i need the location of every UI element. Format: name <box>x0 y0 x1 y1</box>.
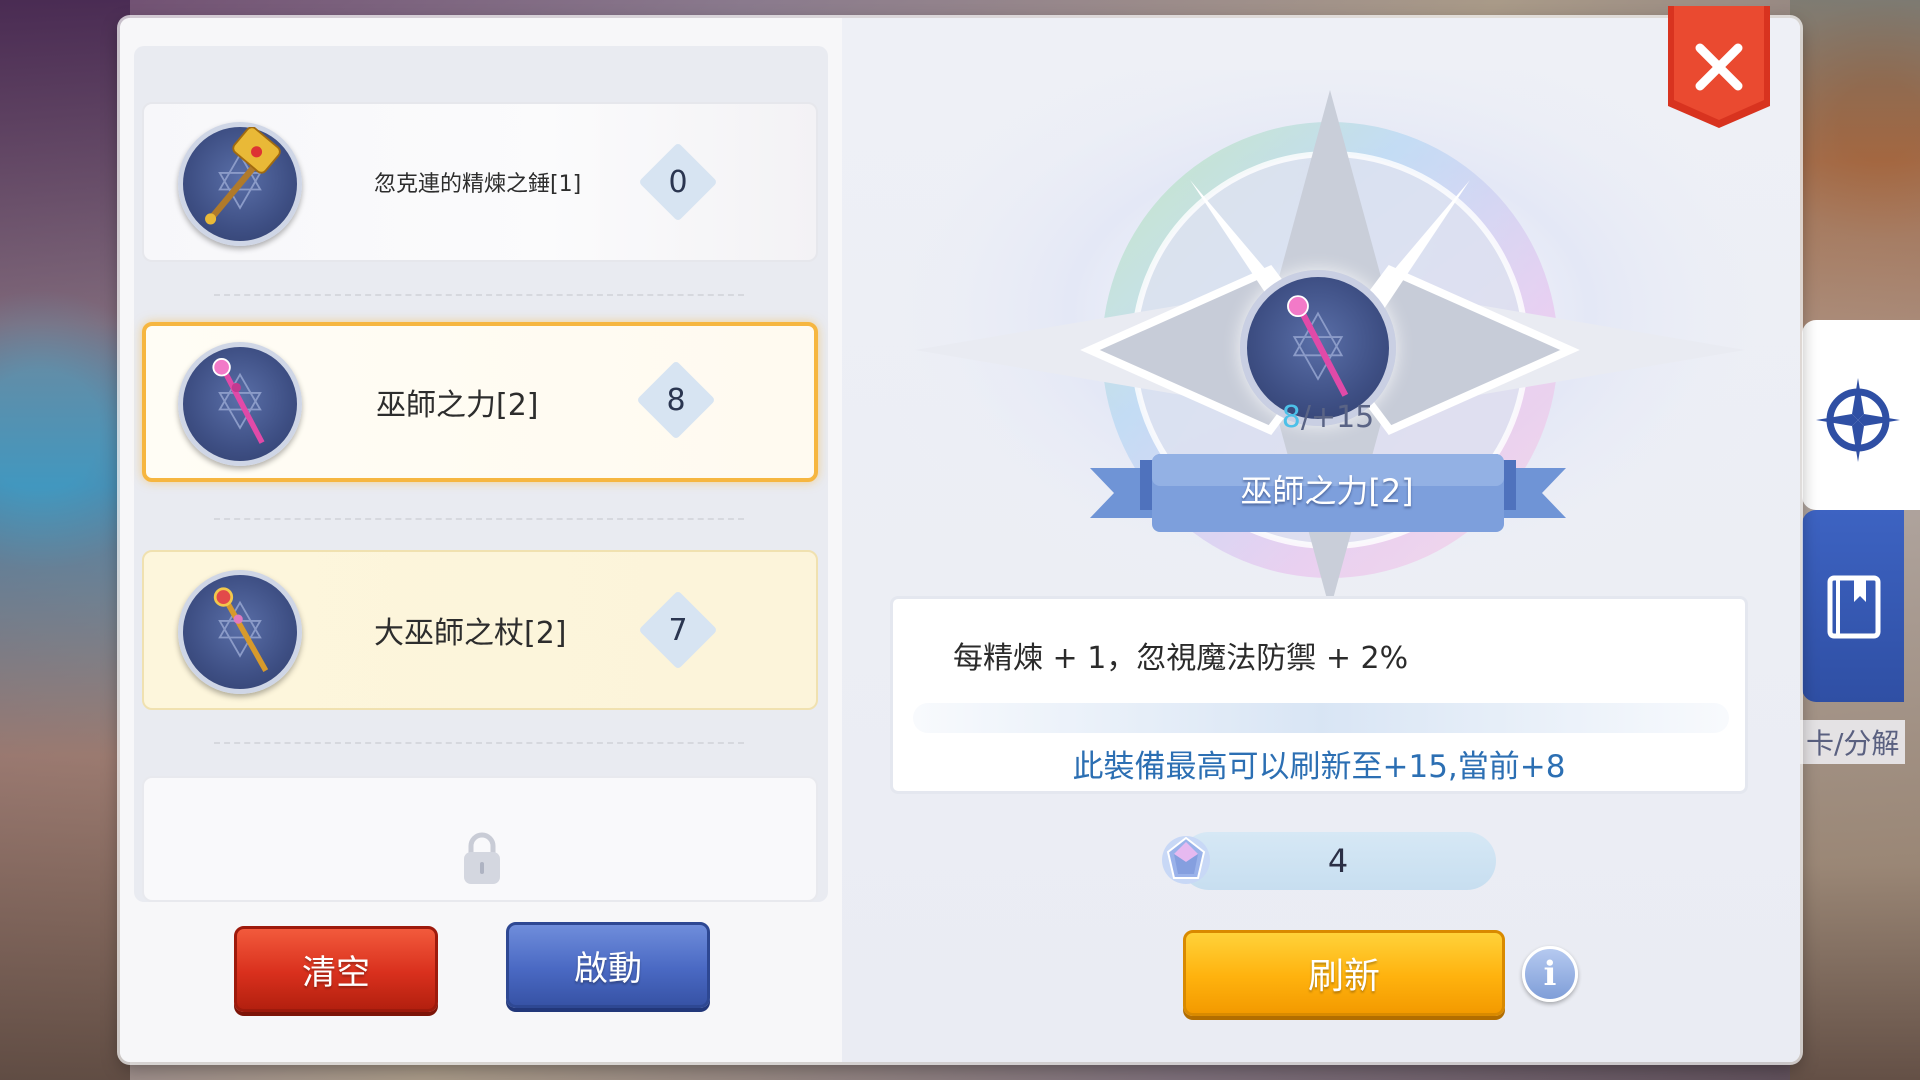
equipment-list-pane: 忽克連的精煉之錘[1] 0 巫師之力[2] 8 大巫師之杖[2] 7 清空 啟動 <box>120 18 842 1062</box>
background-scene-left <box>0 0 130 1080</box>
equipment-list: 忽克連的精煉之錘[1] 0 巫師之力[2] 8 大巫師之杖[2] 7 <box>134 46 828 902</box>
current-level: 8 <box>1281 400 1301 435</box>
cost-amount: 4 <box>1327 842 1349 880</box>
equipment-slot-wizard-power[interactable]: 巫師之力[2] 8 <box>142 322 818 482</box>
side-tab-book[interactable] <box>1802 510 1904 702</box>
divider <box>214 742 744 744</box>
side-tab-navigation[interactable] <box>1802 320 1920 510</box>
hammer-icon <box>178 122 302 246</box>
side-tab-label[interactable]: 卡/分解 <box>1800 720 1906 764</box>
slot-refine-value: 7 <box>638 590 718 670</box>
lock-icon <box>464 832 500 884</box>
refine-level: 8/+15 <box>1200 400 1456 435</box>
staff-pink-icon <box>178 342 302 466</box>
selected-item-name: 巫師之力[2] <box>1240 472 1414 510</box>
refine-limit-note: 此裝備最高可以刷新至+15,當前+8 <box>1072 749 1566 785</box>
refresh-button[interactable]: 刷新 <box>1183 930 1505 1016</box>
book-icon <box>1827 575 1881 639</box>
compass-nav-icon <box>1816 378 1900 462</box>
staff-gold-icon <box>178 570 302 694</box>
divider <box>214 518 744 520</box>
divider <box>214 294 744 296</box>
info-button[interactable]: i <box>1522 946 1578 1002</box>
crystal-gem-icon <box>1162 836 1210 884</box>
slot-refine-value: 8 <box>636 360 716 440</box>
staff-pink-icon <box>1287 295 1349 397</box>
activate-button[interactable]: 啟動 <box>506 922 710 1008</box>
slot-name: 大巫師之杖[2] <box>374 616 567 651</box>
equipment-slot-hammer[interactable]: 忽克連的精煉之錘[1] 0 <box>142 102 818 262</box>
clear-button[interactable]: 清空 <box>234 926 438 1012</box>
slot-refine-value: 0 <box>638 142 718 222</box>
equipment-slot-archmage-staff[interactable]: 大巫師之杖[2] 7 <box>142 550 818 710</box>
description-glow <box>913 703 1729 733</box>
equipment-slot-locked <box>142 776 818 902</box>
description-box: 每精煉 + 1，忽視魔法防禦 + 2% 此裝備最高可以刷新至+15,當前+8 <box>890 596 1748 794</box>
max-level: /+15 <box>1300 400 1375 435</box>
slot-name: 忽克連的精煉之錘[1] <box>374 172 582 197</box>
cost-display: 4 <box>1180 832 1496 890</box>
effect-description: 每精煉 + 1，忽視魔法防禦 + 2% <box>953 641 1409 676</box>
close-button[interactable] <box>1668 6 1770 130</box>
slot-name: 巫師之力[2] <box>376 388 539 423</box>
